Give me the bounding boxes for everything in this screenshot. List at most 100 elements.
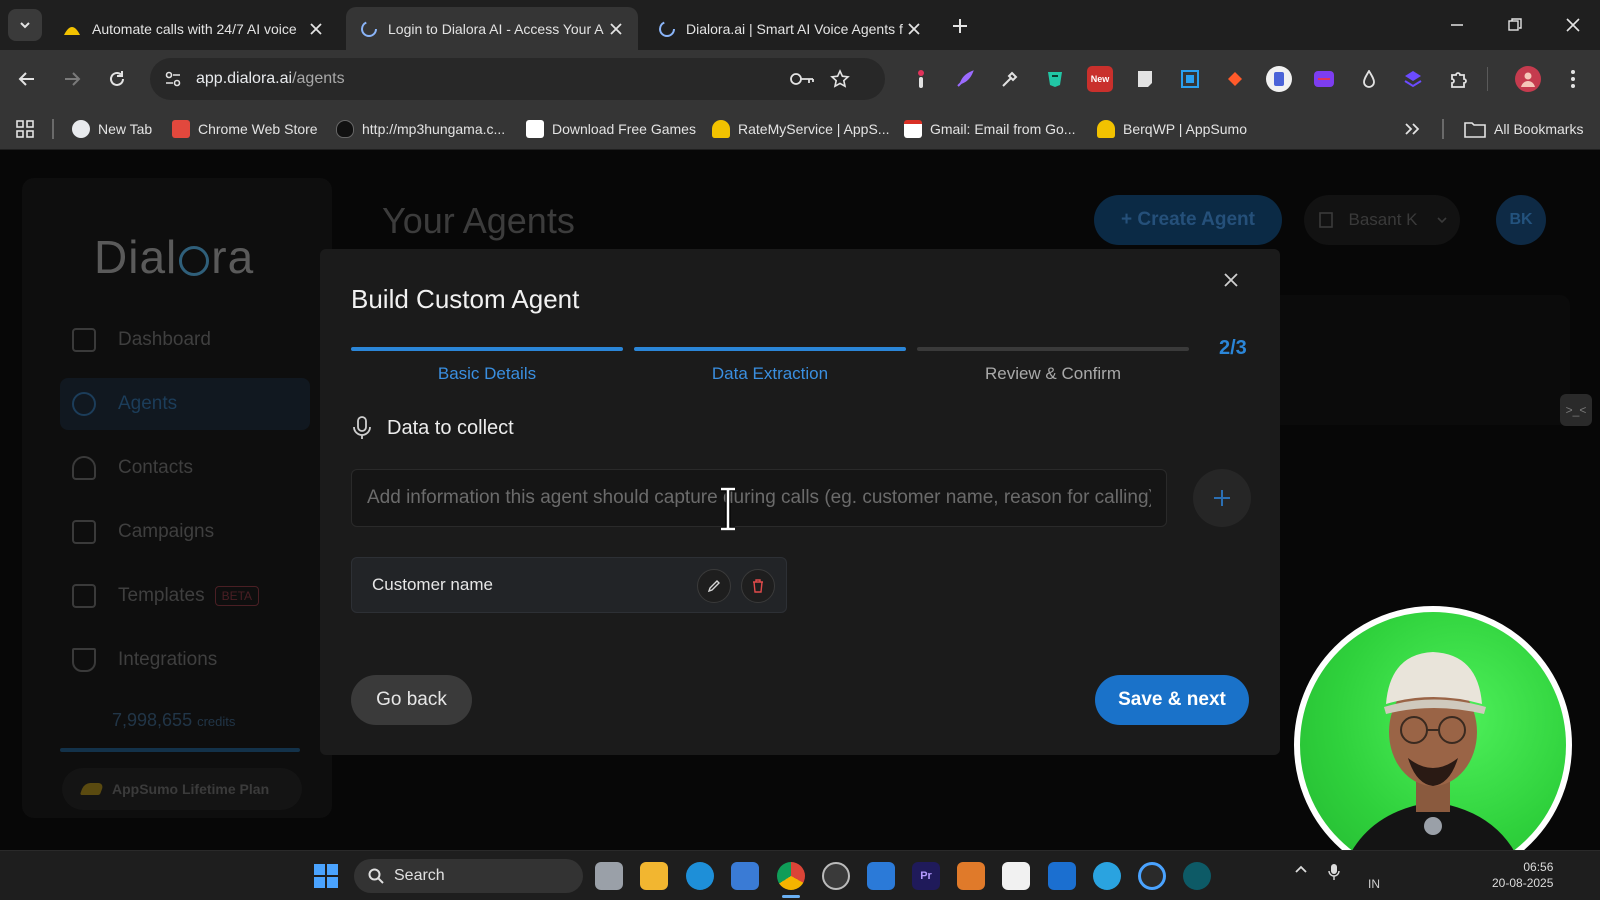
- step-bar-review-confirm: [917, 347, 1189, 351]
- edit-data-point-button[interactable]: [697, 569, 731, 603]
- premiere-pro-icon[interactable]: Pr: [912, 862, 940, 890]
- back-button[interactable]: [14, 66, 40, 92]
- tab-dialora-smart-ai[interactable]: Dialora.ai | Smart AI Voice Agents f: [644, 7, 936, 50]
- panel-toggle-button[interactable]: >_<: [1560, 394, 1592, 426]
- close-icon: [1224, 273, 1238, 287]
- file-explorer-icon[interactable]: [640, 862, 668, 890]
- menu-kebab-icon[interactable]: [1560, 66, 1586, 92]
- reload-button[interactable]: [104, 66, 130, 92]
- chrome-icon[interactable]: [777, 862, 805, 890]
- bookmark-chrome-web-store[interactable]: Chrome Web Store: [172, 118, 318, 140]
- puzzle-icon[interactable]: [1446, 66, 1472, 92]
- data-point-item: Customer name: [351, 557, 787, 613]
- bookmark-label: Download Free Games: [552, 121, 696, 137]
- step-label-review-confirm[interactable]: Review & Confirm: [917, 364, 1189, 384]
- microphone-icon[interactable]: [1328, 863, 1340, 884]
- beta-badge: BETA: [214, 586, 260, 606]
- eyedropper-icon[interactable]: [997, 66, 1023, 92]
- app-icon[interactable]: [1183, 862, 1211, 890]
- key-icon[interactable]: [790, 72, 814, 86]
- plan-badge[interactable]: AppSumo Lifetime Plan: [62, 768, 302, 810]
- close-icon[interactable]: [308, 21, 324, 37]
- site-settings-icon[interactable]: [164, 70, 182, 88]
- layers-icon[interactable]: [1400, 66, 1426, 92]
- nav-contacts[interactable]: Contacts: [60, 442, 310, 494]
- nav-templates[interactable]: Templates BETA: [60, 570, 310, 622]
- data-point-input[interactable]: [351, 469, 1167, 527]
- bookmark-new-tab[interactable]: New Tab: [72, 118, 152, 140]
- nav-label: Campaigns: [118, 521, 215, 542]
- tray-overflow-icon[interactable]: [1294, 863, 1308, 880]
- bookmark-berqwp[interactable]: BerqWP | AppSumo: [1097, 118, 1247, 140]
- purple-ext-icon[interactable]: [1311, 66, 1337, 92]
- arrow-ext-icon[interactable]: [1222, 66, 1248, 92]
- nav-agents[interactable]: Agents: [60, 378, 310, 430]
- system-clock[interactable]: 06:56 20-08-2025: [1492, 859, 1553, 891]
- delete-data-point-button[interactable]: [741, 569, 775, 603]
- bookmark-shield-icon[interactable]: [1042, 66, 1068, 92]
- input-language[interactable]: IN: [1368, 877, 1380, 891]
- tab-automate-calls[interactable]: Automate calls with 24/7 AI voice: [48, 7, 338, 50]
- terminal-icon[interactable]: [1048, 862, 1076, 890]
- apps-grid-icon[interactable]: [15, 118, 35, 140]
- save-and-next-button[interactable]: Save & next: [1095, 675, 1249, 725]
- step-label-basic-details[interactable]: Basic Details: [351, 364, 623, 384]
- add-data-point-button[interactable]: [1193, 469, 1251, 527]
- new-badge-icon[interactable]: New: [1087, 66, 1113, 92]
- all-bookmarks-folder[interactable]: All Bookmarks: [1464, 118, 1583, 140]
- plan-label: AppSumo Lifetime Plan: [112, 781, 270, 797]
- close-icon[interactable]: [906, 21, 922, 37]
- star-icon[interactable]: [830, 69, 850, 89]
- bookmark-download-free-games[interactable]: Download Free Games: [526, 118, 696, 140]
- g-ext-icon[interactable]: [1266, 66, 1292, 92]
- section-title: Data to collect: [387, 416, 514, 439]
- nav-label: Dashboard: [118, 329, 211, 350]
- telegram-icon[interactable]: [1093, 862, 1121, 890]
- screen-capture-icon[interactable]: [1177, 66, 1203, 92]
- taskbar-search[interactable]: Search: [354, 859, 583, 893]
- windows-start-icon[interactable]: [314, 864, 338, 888]
- drop-icon[interactable]: [1356, 66, 1382, 92]
- build-custom-agent-modal: Build Custom Agent 2/3 Basic Details Dat…: [320, 249, 1280, 755]
- webcam-overlay: [1294, 606, 1572, 884]
- nav-campaigns[interactable]: Campaigns: [60, 506, 310, 558]
- store-icon[interactable]: [731, 862, 759, 890]
- step-label-data-extraction[interactable]: Data Extraction: [634, 364, 906, 384]
- tab-login-dialora[interactable]: Login to Dialora AI - Access Your A: [346, 7, 638, 50]
- trash-icon: [753, 579, 763, 593]
- bookmark-mp3hungama[interactable]: http://mp3hungama.c...: [336, 118, 505, 140]
- task-view-icon[interactable]: [595, 862, 623, 890]
- note-icon[interactable]: [1132, 66, 1158, 92]
- close-icon[interactable]: [608, 21, 624, 37]
- go-back-button[interactable]: Go back: [351, 675, 472, 725]
- bookmarks-overflow-icon[interactable]: [1404, 118, 1420, 140]
- forward-button[interactable]: [59, 66, 85, 92]
- bookmark-gmail[interactable]: Gmail: Email from Go...: [904, 118, 1075, 140]
- create-agent-button[interactable]: + Create Agent: [1094, 195, 1282, 245]
- obs-icon[interactable]: [822, 862, 850, 890]
- profile-avatar[interactable]: [1515, 66, 1541, 92]
- modal-title: Build Custom Agent: [351, 284, 580, 314]
- restore-button[interactable]: [1502, 12, 1528, 38]
- nav-integrations[interactable]: Integrations: [60, 634, 310, 686]
- url-text[interactable]: app.dialora.ai/agents: [196, 70, 345, 88]
- modal-close-button[interactable]: [1218, 267, 1244, 293]
- bookmark-ratemyservice[interactable]: RateMyService | AppS...: [712, 118, 889, 140]
- edge-icon[interactable]: [686, 862, 714, 890]
- user-avatar[interactable]: BK: [1496, 195, 1546, 245]
- profile-icon: [1521, 72, 1535, 87]
- minimize-button[interactable]: [1444, 12, 1470, 38]
- chrome-beta-icon[interactable]: [1138, 862, 1166, 890]
- workspace-user-menu[interactable]: Basant K: [1304, 195, 1460, 245]
- vlc-icon[interactable]: [957, 862, 985, 890]
- feather-icon[interactable]: [952, 66, 978, 92]
- tag-icon[interactable]: [908, 66, 934, 92]
- tab-search-button[interactable]: [8, 9, 42, 41]
- address-bar[interactable]: app.dialora.ai/agents: [150, 58, 885, 100]
- notepad-icon[interactable]: [867, 862, 895, 890]
- close-icon: [1566, 18, 1580, 32]
- capcut-icon[interactable]: [1002, 862, 1030, 890]
- new-tab-button[interactable]: [948, 14, 972, 38]
- nav-dashboard[interactable]: Dashboard: [60, 314, 310, 366]
- window-close-button[interactable]: [1560, 12, 1586, 38]
